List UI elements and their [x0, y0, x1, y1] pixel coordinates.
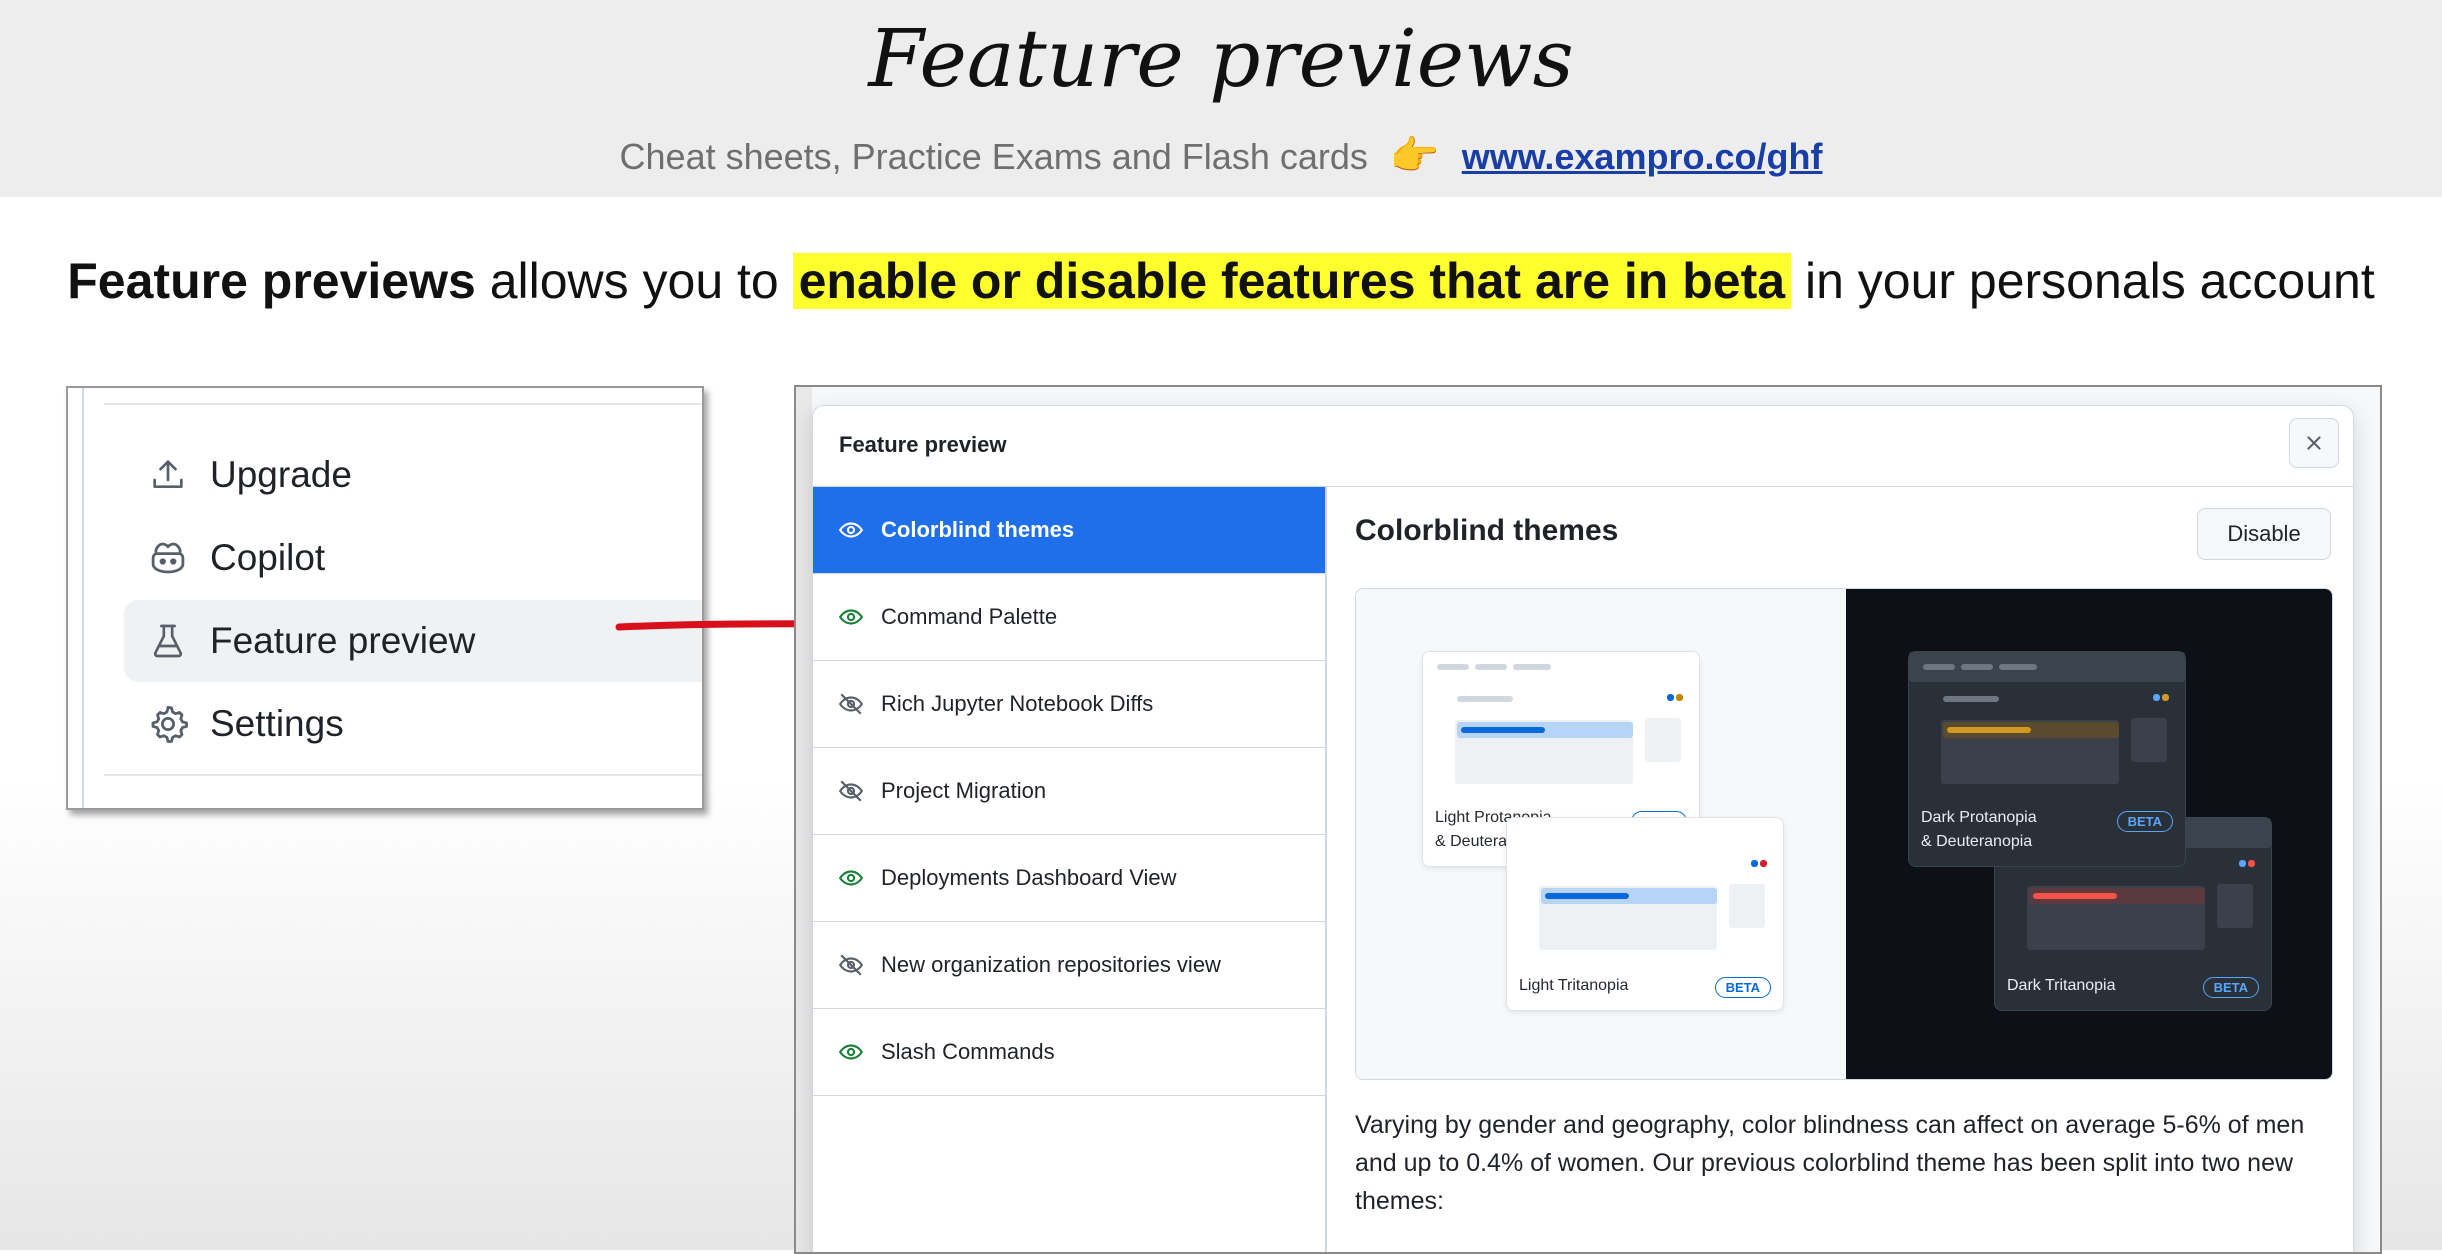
menu-item-settings[interactable]: Settings	[124, 683, 702, 765]
beta-badge: BETA	[1714, 977, 1771, 998]
feature-label: Deployments Dashboard View	[881, 865, 1177, 890]
background-page-strip	[796, 387, 812, 1252]
dialog-title: Feature preview	[839, 432, 1007, 457]
pointing-hand-icon: 👉	[1389, 134, 1440, 178]
eye-closed-icon	[837, 690, 865, 718]
feature-item-deployments-dashboard-view[interactable]: Deployments Dashboard View	[813, 835, 1325, 922]
intro-bold: Feature previews	[67, 253, 476, 309]
beaker-icon	[146, 619, 190, 663]
menu-item-label: Copilot	[210, 537, 326, 578]
feature-preview-screenshot: Feature preview Colorblind themes Comman…	[794, 385, 2382, 1254]
disable-button[interactable]: Disable	[2197, 508, 2331, 560]
menu-top-divider	[104, 403, 702, 405]
feature-item-command-palette[interactable]: Command Palette	[813, 574, 1325, 661]
theme-caption: Light Tritanopia	[1519, 977, 1629, 994]
theme-card-light-tritanopia: Light Tritanopia BETA	[1506, 817, 1784, 1011]
eye-icon	[837, 864, 865, 892]
copilot-icon	[146, 536, 190, 580]
feature-list: Colorblind themes Command Palette Rich J…	[813, 487, 1327, 1252]
intro-sentence: Feature previews allows you to enable or…	[0, 252, 2442, 310]
theme-card-dark-protanopia: Dark Protanopia & Deuteranopia BETA	[1908, 651, 2186, 867]
upload-icon	[146, 453, 190, 497]
theme-caption: Dark Protanopia & Deuteranopia	[1921, 809, 2037, 850]
subtitle-text: Cheat sheets, Practice Exams and Flash c…	[619, 136, 1368, 177]
beta-badge: BETA	[2202, 977, 2259, 998]
exampro-link[interactable]: www.exampro.co/ghf	[1462, 136, 1823, 177]
feature-item-project-migration[interactable]: Project Migration	[813, 748, 1325, 835]
eye-closed-icon	[837, 951, 865, 979]
feature-label: Colorblind themes	[881, 517, 1075, 542]
menu-bottom-divider	[104, 774, 702, 776]
feature-preview-dialog: Feature preview Colorblind themes Comman…	[812, 405, 2354, 1252]
feature-item-slash-commands[interactable]: Slash Commands	[813, 1009, 1325, 1096]
account-menu-screenshot: Upgrade Copilot Feature preview Settings	[66, 386, 704, 810]
subtitle: Cheat sheets, Practice Exams and Flash c…	[0, 132, 2442, 179]
slide-title: Feature previews	[868, 12, 1574, 105]
menu-item-label: Feature preview	[210, 620, 476, 661]
feature-item-new-organization-repositories-view[interactable]: New organization repositories view	[813, 922, 1325, 1009]
close-icon	[2307, 436, 2321, 450]
intro-highlight: enable or disable features that are in b…	[792, 253, 1792, 309]
feature-item-colorblind-themes[interactable]: Colorblind themes	[813, 487, 1325, 574]
eye-closed-icon	[837, 777, 865, 805]
eye-icon	[837, 1038, 865, 1066]
menu-item-copilot[interactable]: Copilot	[124, 517, 702, 599]
feature-description: Varying by gender and geography, color b…	[1355, 1111, 2305, 1215]
feature-label: Rich Jupyter Notebook Diffs	[881, 691, 1154, 716]
eye-icon	[837, 603, 865, 631]
light-theme-panel: Light Protanopia& Deuteranopia BETA Ligh…	[1356, 589, 1846, 1079]
close-button[interactable]	[2289, 418, 2339, 468]
gear-icon	[146, 702, 190, 746]
dialog-header: Feature preview	[813, 406, 2353, 487]
feature-label: New organization repositories view	[881, 952, 1221, 977]
menu-item-label: Upgrade	[210, 454, 352, 495]
feature-label: Project Migration	[881, 778, 1047, 803]
menu-item-upgrade[interactable]: Upgrade	[124, 434, 702, 516]
detail-title: Colorblind themes	[1355, 514, 1619, 547]
menu-item-label: Settings	[210, 703, 344, 744]
intro-mid: allows you to	[475, 253, 793, 309]
feature-label: Command Palette	[881, 604, 1058, 629]
menu-left-line	[82, 388, 84, 808]
intro-end: in your personals account	[1791, 253, 2375, 309]
feature-item-rich-jupyter-notebook-diffs[interactable]: Rich Jupyter Notebook Diffs	[813, 661, 1325, 748]
theme-caption: Dark Tritanopia	[2007, 977, 2116, 994]
eye-icon	[837, 516, 865, 544]
beta-badge: BETA	[2116, 811, 2173, 832]
theme-preview: Light Protanopia& Deuteranopia BETA Ligh…	[1355, 588, 2333, 1080]
dark-theme-panel: Dark Tritanopia BETA Dark Protanopia & D…	[1846, 589, 2332, 1079]
feature-label: Slash Commands	[881, 1039, 1055, 1064]
